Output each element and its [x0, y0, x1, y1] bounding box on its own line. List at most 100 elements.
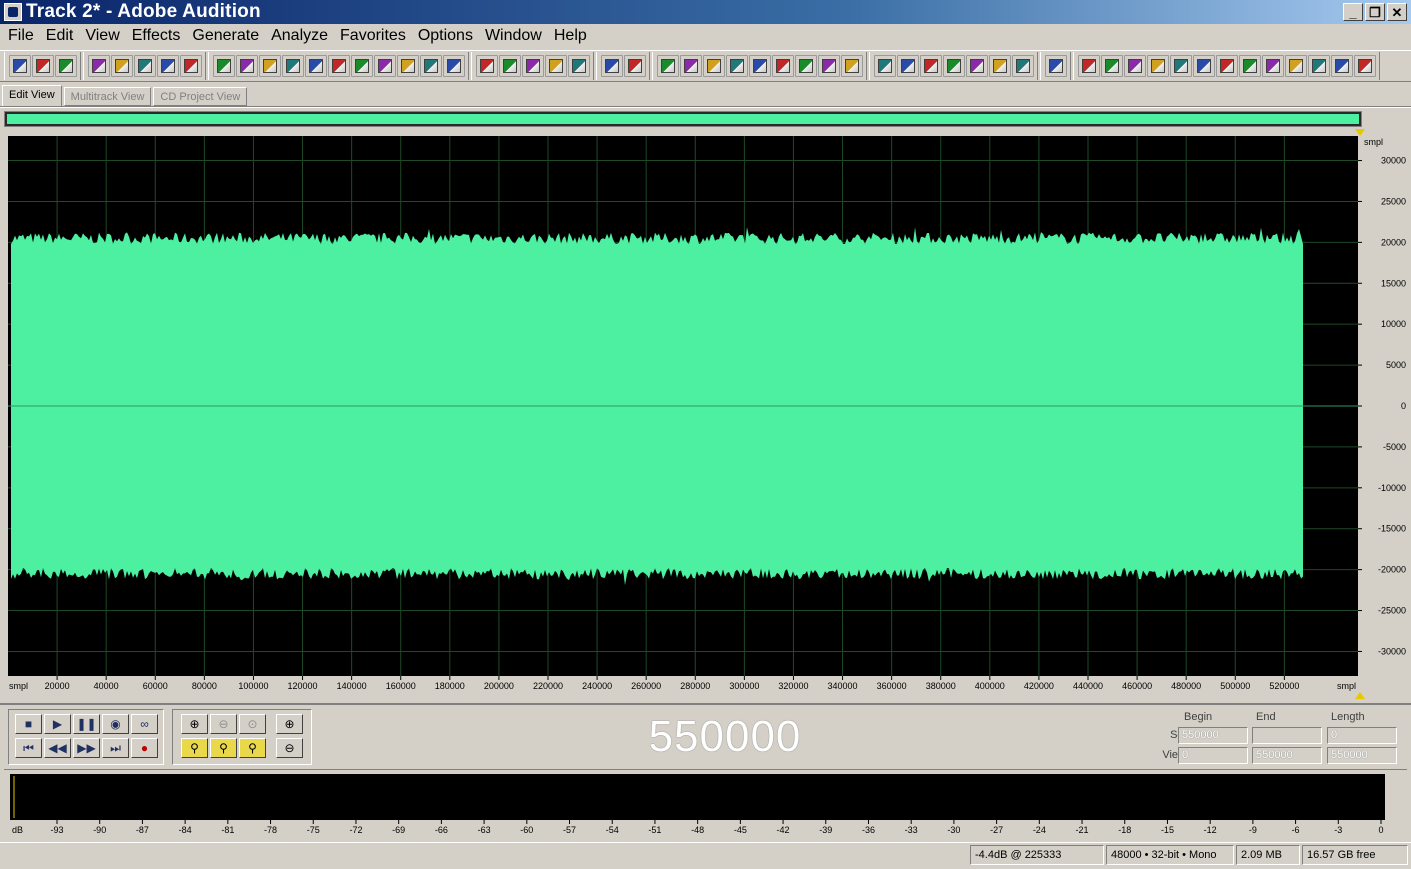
save-as-button[interactable] — [156, 55, 179, 77]
eq-button[interactable] — [1100, 55, 1123, 77]
zoom-in-horizontal-button[interactable]: ⊕ — [181, 714, 208, 734]
edit-button[interactable] — [498, 55, 521, 77]
go-to-end-button[interactable]: ⏭ — [102, 738, 129, 758]
dynamics-button[interactable] — [942, 55, 965, 77]
copy-button[interactable] — [304, 55, 327, 77]
effects-rack-button[interactable] — [1284, 55, 1307, 77]
view-begin-field[interactable]: 0 — [1178, 747, 1248, 764]
view-end-field[interactable]: 550000 — [1252, 747, 1322, 764]
click-button[interactable] — [1238, 55, 1261, 77]
record-button[interactable]: ● — [131, 738, 158, 758]
markers-button[interactable] — [817, 55, 840, 77]
tab-multitrack-view[interactable]: Multitrack View — [63, 87, 152, 106]
restore-button[interactable]: ❐ — [1365, 3, 1385, 21]
play-from-cursor-button[interactable]: ◉ — [102, 714, 129, 734]
minimize-button[interactable]: _ — [1343, 3, 1363, 21]
stretch-button[interactable] — [1146, 55, 1169, 77]
zoom-out-horizontal-button[interactable]: ⊖ — [210, 714, 237, 734]
zoom-selection-button[interactable]: ⚲ — [239, 738, 266, 758]
menu-effects[interactable]: Effects — [126, 24, 187, 48]
pan-view-button[interactable] — [702, 55, 725, 77]
mix-paste-button[interactable] — [396, 55, 419, 77]
go-to-start-button[interactable]: ⏮ — [15, 738, 42, 758]
menu-edit[interactable]: Edit — [40, 24, 80, 48]
level-meter[interactable]: dB -93 -90 -87 -84 -81 -78 -75 -72 -69 -66 -63 -60 -5… — [4, 770, 1407, 840]
zoom-selection-left-button[interactable]: ⚲ — [181, 738, 208, 758]
normalize-button[interactable] — [1011, 55, 1034, 77]
copy-to-new-button[interactable] — [281, 55, 304, 77]
paste-new-button[interactable] — [373, 55, 396, 77]
menu-favorites[interactable]: Favorites — [334, 24, 412, 48]
waveform-display[interactable] — [8, 136, 1358, 676]
cut-button[interactable] — [327, 55, 350, 77]
chorus-button[interactable] — [1353, 55, 1376, 77]
overview-visible-range[interactable] — [7, 114, 1359, 124]
title-bar[interactable]: Track 2* - Adobe Audition _ ❐ ✕ — [0, 0, 1411, 24]
bars-button[interactable] — [794, 55, 817, 77]
envelope-button[interactable] — [475, 55, 498, 77]
cursor-tool-button[interactable] — [600, 55, 623, 77]
stop-button[interactable]: ■ — [15, 714, 42, 734]
delay-button[interactable] — [988, 55, 1011, 77]
rewind-button[interactable]: ◀◀ — [44, 738, 71, 758]
select-view-button[interactable] — [544, 55, 567, 77]
time-format-button[interactable] — [771, 55, 794, 77]
redo-button[interactable] — [235, 55, 258, 77]
menu-options[interactable]: Options — [412, 24, 479, 48]
waveform-button[interactable] — [8, 55, 31, 77]
cursor-marker-bottom-icon[interactable] — [1355, 692, 1365, 699]
undo-button[interactable] — [212, 55, 235, 77]
snap-button[interactable] — [567, 55, 590, 77]
fast-forward-button[interactable]: ▶▶ — [73, 738, 100, 758]
view-length-field[interactable]: 550000 — [1327, 747, 1397, 764]
sel-begin-field[interactable]: 550000 — [1178, 727, 1248, 744]
sel-length-field[interactable]: 0 — [1327, 727, 1397, 744]
reverb-button[interactable] — [965, 55, 988, 77]
close-button[interactable]: ✕ — [1387, 3, 1407, 21]
menu-help[interactable]: Help — [548, 24, 593, 48]
zoom-out-vertical-button[interactable]: ⊖ — [276, 738, 303, 758]
multitrack-button[interactable] — [31, 55, 54, 77]
hiss-button[interactable] — [1215, 55, 1238, 77]
wave-view-button[interactable] — [656, 55, 679, 77]
amplify-button[interactable] — [873, 55, 896, 77]
sti-button[interactable] — [1330, 55, 1353, 77]
itu-p56-button[interactable] — [1307, 55, 1330, 77]
menu-analyze[interactable]: Analyze — [265, 24, 334, 48]
waveform-overview-bar[interactable] — [4, 111, 1362, 127]
loop-button[interactable]: ∞ — [131, 714, 158, 734]
frequency-analysis-button[interactable] — [1044, 55, 1067, 77]
sel-end-field[interactable] — [1252, 727, 1322, 744]
menu-file[interactable]: File — [2, 24, 40, 48]
save-all-button[interactable] — [179, 55, 202, 77]
zoom-selection-right-button[interactable]: ⚲ — [210, 738, 237, 758]
pause-button[interactable]: ❚❚ — [73, 714, 100, 734]
loop-paste-button[interactable] — [442, 55, 465, 77]
noise-reduction-button[interactable] — [919, 55, 942, 77]
open-file-button[interactable] — [110, 55, 133, 77]
new-file-button[interactable] — [87, 55, 110, 77]
grid-button[interactable] — [840, 55, 863, 77]
tab-edit-view[interactable]: Edit View — [2, 85, 62, 106]
fft-filter-button[interactable] — [896, 55, 919, 77]
cd-button[interactable] — [54, 55, 77, 77]
tone-button[interactable] — [1192, 55, 1215, 77]
spectral-view-button[interactable] — [679, 55, 702, 77]
select-all-button[interactable] — [521, 55, 544, 77]
save-button[interactable] — [133, 55, 156, 77]
pitch-button[interactable] — [1169, 55, 1192, 77]
zoom-full-button[interactable]: ⊙ — [239, 714, 266, 734]
zoom-in-vertical-button[interactable]: ⊕ — [276, 714, 303, 734]
paste-button[interactable] — [350, 55, 373, 77]
play-looped-button[interactable] — [725, 55, 748, 77]
menu-view[interactable]: View — [79, 24, 125, 48]
menu-window[interactable]: Window — [479, 24, 548, 48]
phase-button[interactable] — [1261, 55, 1284, 77]
tab-cd-project-view[interactable]: CD Project View — [153, 87, 248, 106]
zoom-tool-button[interactable] — [748, 55, 771, 77]
play-button[interactable]: ▶ — [44, 714, 71, 734]
amplitude-ruler[interactable]: smpl 30000 25000 20000 15000 10000 5000 0 -5000 -… — [1358, 136, 1410, 676]
multiband-button[interactable] — [1123, 55, 1146, 77]
menu-generate[interactable]: Generate — [186, 24, 265, 48]
ab-compare-button[interactable] — [1077, 55, 1100, 77]
